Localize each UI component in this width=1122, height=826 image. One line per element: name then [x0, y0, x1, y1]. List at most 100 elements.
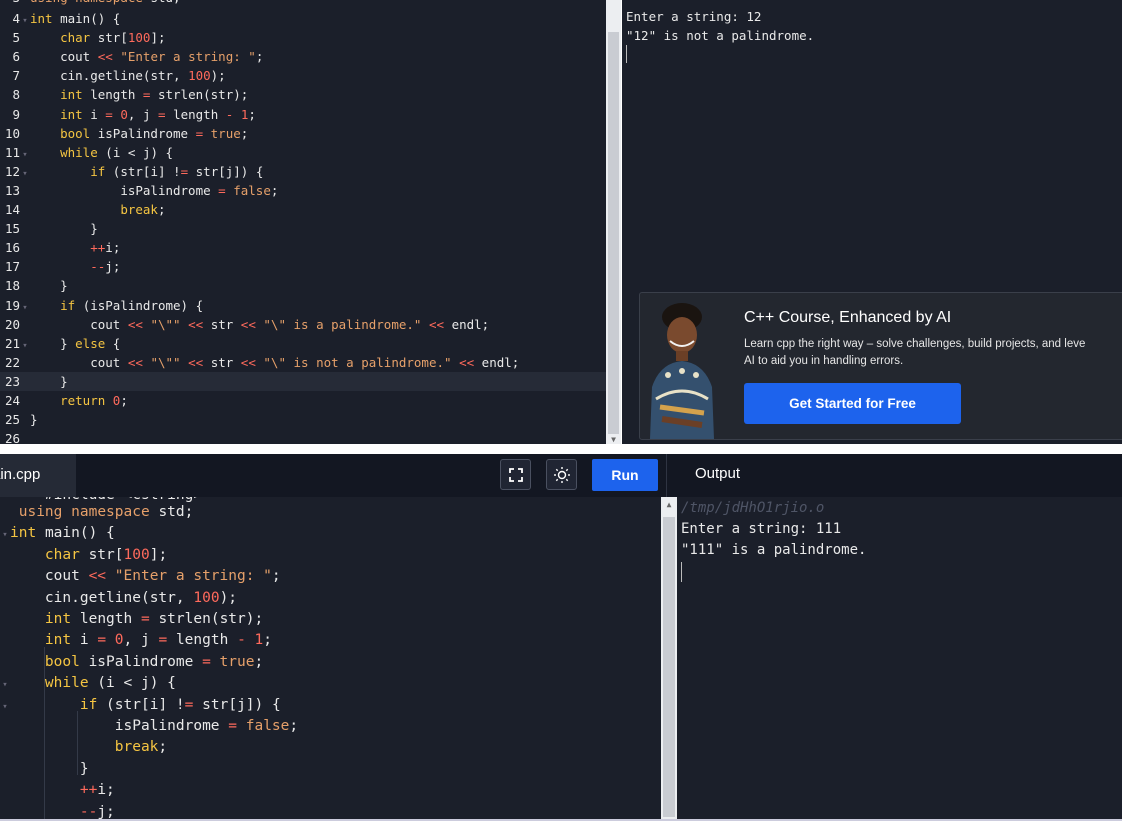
code-text: int i = 0, j = length - 1; — [60, 106, 256, 122]
code-line[interactable]: cin.getline(str, 100); — [0, 588, 661, 609]
code-line[interactable]: --j; — [0, 802, 661, 819]
line-number: 23 — [4, 373, 20, 389]
code-text: using namespace std; — [18, 504, 194, 520]
top-editor-scrollbar[interactable]: ▼ — [606, 0, 621, 444]
fold-arrow-icon[interactable]: ▾ — [0, 525, 10, 546]
line-number: 20 — [4, 316, 20, 332]
course-ad-card[interactable]: C++ Course, Enhanced by AI Learn cpp the… — [639, 292, 1122, 440]
code-text: bool isPalindrome = true; — [60, 125, 249, 141]
sun-icon — [553, 466, 570, 483]
code-line-24[interactable]: 24 return 0; — [0, 391, 606, 410]
line-number: 13 — [4, 182, 20, 198]
line-number: 3 — [0, 0, 20, 7]
bottom-editor-scrollbar[interactable]: ▲ — [661, 497, 677, 819]
code-text: } — [30, 221, 98, 237]
code-line-19[interactable]: 19 ▾ if (isPalindrome) { — [0, 296, 606, 315]
code-text: cin.getline(str, 100); — [44, 589, 238, 606]
line-number: 4 — [12, 11, 20, 26]
line-number: 25 — [4, 412, 20, 428]
code-text: cout << "\"" << str << "\" is a palindro… — [90, 316, 490, 332]
file-tab-label: ain.cpp — [0, 466, 41, 483]
code-text: cin.getline(str, 100); — [60, 68, 226, 84]
output-panel-title: Output — [695, 465, 741, 482]
fullscreen-icon — [508, 467, 523, 482]
code-line[interactable]: int i = 0, j = length - 1; — [0, 630, 661, 651]
code-line-10[interactable]: 10 bool isPalindrome = true; — [0, 124, 606, 143]
fold-arrow-icon[interactable]: ▾ — [0, 675, 10, 696]
code-text: using namespace std; — [30, 0, 181, 5]
code-line-13[interactable]: 13 isPalindrome = false; — [0, 181, 606, 200]
code-line-14[interactable]: 14 break; — [0, 200, 606, 219]
line-number: 16 — [4, 240, 20, 256]
code-line-26[interactable]: 26 — [0, 429, 606, 444]
line-number: 21 — [4, 335, 20, 351]
code-line[interactable]: break; — [0, 737, 661, 758]
scroll-up-arrow-icon[interactable]: ▲ — [663, 500, 675, 509]
line-number: 15 — [4, 221, 20, 237]
code-line-7[interactable]: 7 cin.getline(str, 100); — [0, 66, 606, 85]
line-number: 24 — [4, 393, 20, 408]
line-number: 9 — [12, 106, 20, 122]
top-editor-scroll-thumb[interactable] — [608, 32, 619, 434]
code-line-23[interactable]: 23 } — [0, 371, 606, 391]
code-line[interactable]: char str[100]; — [0, 545, 661, 566]
get-started-button[interactable]: Get Started for Free — [744, 383, 961, 424]
line-number: 22 — [4, 354, 20, 370]
code-text: int i = 0, j = length - 1; — [44, 632, 272, 649]
code-line-20[interactable]: 20 cout << "\"" << str << "\" is a palin… — [0, 315, 606, 334]
code-line-6[interactable]: 6 cout << "Enter a string: "; — [0, 47, 606, 66]
code-text: } else { — [30, 335, 121, 351]
code-line[interactable]: int length = strlen(str); — [0, 609, 661, 630]
run-button[interactable]: Run — [592, 459, 658, 491]
line-number: 11 — [4, 144, 20, 160]
output-line: "111" is a palindrome. — [681, 542, 867, 558]
top-code-editor[interactable]: 3 using namespace std; 4▾int main() {5 cha… — [0, 0, 606, 444]
code-line[interactable]: ▾ int main() { — [0, 523, 661, 544]
code-line-8[interactable]: 8 int length = strlen(str); — [0, 85, 606, 104]
code-line-5[interactable]: 5 char str[100]; — [0, 28, 606, 47]
code-text: int length = strlen(str); — [44, 611, 264, 627]
code-text: int main() { — [30, 11, 121, 26]
instructor-photo-icon — [642, 303, 722, 439]
fullscreen-button[interactable] — [500, 459, 531, 490]
code-line[interactable]: ▾ if (str[i] != str[j]) { — [0, 695, 661, 716]
code-line[interactable]: } — [0, 759, 661, 780]
code-line[interactable]: bool isPalindrome = true; — [0, 652, 661, 673]
line-number: 6 — [12, 49, 20, 65]
code-text: break; — [120, 202, 166, 217]
theme-toggle-button[interactable] — [546, 459, 577, 490]
code-line-25[interactable]: 25} — [0, 410, 606, 429]
code-line-12[interactable]: 12 ▾ if (str[i] != str[j]) { — [0, 162, 606, 181]
code-line[interactable]: using namespace std; — [0, 502, 661, 523]
code-text: ++i; — [90, 240, 121, 256]
code-text: isPalindrome = false; — [120, 182, 279, 198]
text-caret — [681, 562, 682, 582]
code-line[interactable]: ▾ while (i < j) { — [0, 673, 661, 694]
code-line-17[interactable]: 17 --j; — [0, 257, 606, 276]
line-number: 8 — [12, 87, 20, 103]
fold-arrow-icon[interactable]: ▾ — [0, 697, 10, 718]
code-line[interactable]: cout << "Enter a string: "; — [0, 566, 661, 587]
output-line: Enter a string: 111 — [681, 521, 842, 537]
code-line-3[interactable]: 3 using namespace std; — [0, 0, 606, 7]
code-line[interactable]: isPalindrome = false; — [0, 716, 661, 737]
code-text: --j; — [90, 259, 121, 275]
code-text: isPalindrome = false; — [114, 718, 299, 734]
code-line-4[interactable]: 4 ▾ int main() { — [0, 9, 606, 28]
code-line-15[interactable]: 15 } — [0, 219, 606, 238]
code-text: cout << "Enter a string: "; — [44, 568, 281, 585]
code-text: } — [30, 278, 68, 294]
code-line-16[interactable]: 16 ++i; — [0, 238, 606, 257]
code-line-9[interactable]: 9 int i = 0, j = length - 1; — [0, 105, 606, 124]
file-tab-main-cpp[interactable]: ain.cpp — [0, 454, 76, 497]
bottom-editor-scroll-thumb[interactable] — [663, 517, 675, 817]
code-line-18[interactable]: 18 } — [0, 276, 606, 295]
output-binary-path: /tmp/jdHhO1rjio.o — [681, 500, 825, 516]
bottom-code-editor[interactable]: #include <cstring> using namespace std;▾… — [0, 497, 661, 819]
code-line-22[interactable]: 22 cout << "\"" << str << "\" is not a p… — [0, 353, 606, 372]
code-line[interactable]: ++i; — [0, 780, 661, 801]
line-number: 14 — [4, 202, 20, 217]
code-line-11[interactable]: 11 ▾ while (i < j) { — [0, 143, 606, 162]
code-line-21[interactable]: 21 ▾ } else { — [0, 334, 606, 353]
scroll-down-arrow-icon[interactable]: ▼ — [608, 435, 619, 444]
